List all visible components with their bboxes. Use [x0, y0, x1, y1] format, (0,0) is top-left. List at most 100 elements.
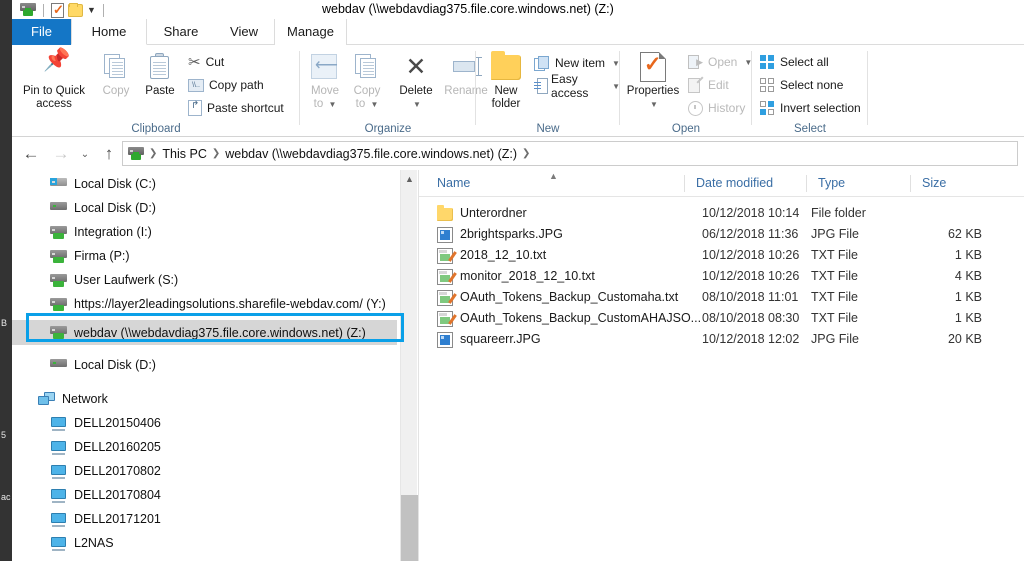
file-name-text: Unterordner — [460, 203, 527, 224]
copy-to-label-line1: Copy — [346, 85, 388, 98]
recent-locations-button[interactable]: ⌄ — [74, 143, 96, 165]
tab-home[interactable]: Home — [71, 19, 147, 45]
column-header-size[interactable]: Size — [922, 170, 1002, 197]
nav-item-local-disk-d-2[interactable]: Local Disk (D:) — [12, 353, 397, 377]
txt-file-icon — [437, 290, 453, 306]
paste-button[interactable]: Paste — [138, 49, 182, 98]
network-drive-icon — [50, 297, 67, 312]
nav-item-network[interactable]: Network — [12, 387, 397, 411]
nav-item-user-laufwerk-s[interactable]: User Laufwerk (S:) — [12, 268, 397, 292]
history-button[interactable]: History — [688, 98, 745, 118]
nav-item-local-disk-d[interactable]: Local Disk (D:) — [12, 196, 397, 220]
pin-icon — [18, 49, 90, 85]
group-label-new: New — [476, 123, 620, 135]
table-row[interactable]: squareerr.JPG 10/12/2018 12:02 JPG File … — [419, 329, 1024, 350]
table-row[interactable]: 2018_12_10.txt 10/12/2018 10:26 TXT File… — [419, 245, 1024, 266]
navigation-pane-scrollbar[interactable]: ▲ — [400, 170, 417, 561]
tab-file[interactable]: File — [12, 19, 71, 45]
copy-path-button[interactable]: \\.. Copy path — [188, 75, 264, 95]
column-divider-1[interactable] — [684, 175, 685, 192]
table-row[interactable]: 2brightsparks.JPG 06/12/2018 11:36 JPG F… — [419, 224, 1024, 245]
nav-item-webdav-z[interactable]: webdav (\\webdavdiag375.file.core.window… — [12, 320, 397, 345]
select-none-button[interactable]: Select none — [760, 75, 843, 95]
nav-item-label: Local Disk (D:) — [74, 201, 156, 215]
column-divider-3[interactable] — [910, 175, 911, 192]
file-type-cell: TXT File — [811, 245, 858, 266]
column-header-name[interactable]: Name — [437, 170, 684, 197]
background-window-strip: B 5 ac — [0, 0, 12, 561]
easy-access-button[interactable]: Easy access ▼ — [534, 76, 620, 96]
delete-caret-icon[interactable]: ▼ — [394, 98, 440, 111]
column-header-type[interactable]: Type — [818, 170, 910, 197]
nav-item-label: Local Disk (D:) — [74, 358, 156, 372]
nav-item-l2nas[interactable]: L2NAS — [12, 531, 397, 555]
new-folder-button[interactable]: New folder — [482, 49, 530, 111]
column-header-date-modified[interactable]: Date modified — [696, 170, 806, 197]
file-size-cell: 20 KB — [884, 329, 982, 350]
ribbon: Pin to Quick access Copy Paste ✂ Cut \\.… — [12, 45, 1024, 137]
properties-button[interactable]: Properties ▼ — [622, 49, 684, 111]
properties-caret-icon[interactable]: ▼ — [624, 98, 684, 111]
scroll-up-icon[interactable]: ▲ — [401, 170, 418, 187]
file-type-cell: TXT File — [811, 266, 858, 287]
nav-item-dell20160205[interactable]: DELL20160205 — [12, 435, 397, 459]
local-disk-icon — [50, 358, 67, 373]
select-all-button[interactable]: Select all — [760, 52, 829, 72]
table-row[interactable]: OAuth_Tokens_Backup_Customaha.txt 08/10/… — [419, 287, 1024, 308]
copy-to-button[interactable]: Copy to ▼ — [346, 49, 388, 111]
tab-view[interactable]: View — [214, 19, 274, 45]
forward-button[interactable]: → — [50, 143, 72, 165]
file-type-cell: TXT File — [811, 308, 858, 329]
breadcrumb-item-webdav[interactable]: webdav (\\webdavdiag375.file.core.window… — [225, 147, 517, 161]
invert-selection-button[interactable]: Invert selection — [760, 98, 861, 118]
nav-item-dell20150406[interactable]: DELL20150406 — [12, 411, 397, 435]
edit-label: Edit — [708, 78, 729, 92]
copy-button[interactable]: Copy — [96, 49, 136, 98]
nav-item-firma-p[interactable]: Firma (P:) — [12, 244, 397, 268]
nav-item-label: DELL20160205 — [74, 440, 161, 454]
tab-share[interactable]: Share — [148, 19, 214, 45]
breadcrumb-item-this-pc[interactable]: This PC — [162, 147, 206, 161]
file-type-cell: File folder — [811, 203, 866, 224]
drive-icon[interactable] — [20, 3, 36, 17]
file-name-cell: squareerr.JPG — [437, 329, 541, 350]
nav-item-integration-i[interactable]: Integration (I:) — [12, 220, 397, 244]
table-row[interactable]: OAuth_Tokens_Backup_CustomAHAJSO... 08/1… — [419, 308, 1024, 329]
file-explorer-window: B 5 ac ▼ webdav (\\webdavdiag375.file.co… — [0, 0, 1024, 561]
properties-icon[interactable] — [51, 3, 64, 18]
move-to-button[interactable]: ⟵ Move to ▼ — [304, 49, 346, 111]
network-icon — [38, 392, 55, 407]
table-row[interactable]: monitor_2018_12_10.txt 10/12/2018 10:26 … — [419, 266, 1024, 287]
new-folder-label-line1: New — [482, 85, 530, 98]
nav-item-label: Local Disk (C:) — [74, 177, 156, 191]
scrollbar-thumb[interactable] — [401, 495, 418, 561]
easy-access-label: Easy access — [551, 72, 605, 100]
nav-item-label: DELL20150406 — [74, 416, 161, 430]
customize-caret-icon[interactable]: ▼ — [87, 5, 96, 15]
nav-item-dell20170804[interactable]: DELL20170804 — [12, 483, 397, 507]
select-none-label: Select none — [780, 78, 843, 92]
sort-ascending-icon: ▲ — [549, 171, 558, 181]
nav-item-dell20171201[interactable]: DELL20171201 — [12, 507, 397, 531]
delete-button[interactable]: ✕ Delete ▼ — [392, 49, 440, 111]
up-button[interactable]: ↑ — [98, 143, 120, 165]
nav-item-sharefile-webdav-y[interactable]: https://layer2leadingsolutions.sharefile… — [12, 292, 397, 316]
new-item-button[interactable]: New item ▼ — [534, 53, 620, 73]
new-folder-icon[interactable] — [68, 4, 83, 17]
breadcrumb[interactable]: ❯ This PC ❯ webdav (\\webdavdiag375.file… — [122, 141, 1018, 166]
pin-to-quick-access-button[interactable]: Pin to Quick access — [18, 49, 90, 111]
breadcrumb-separator[interactable]: ❯ — [520, 148, 532, 159]
column-divider-2[interactable] — [806, 175, 807, 192]
cut-button[interactable]: ✂ Cut — [188, 52, 224, 72]
invert-selection-icon — [760, 101, 775, 116]
nav-item-dell20170802[interactable]: DELL20170802 — [12, 459, 397, 483]
txt-file-icon — [437, 311, 453, 327]
open-button[interactable]: ▶ Open ▼ — [688, 52, 752, 72]
nav-item-local-disk-c[interactable]: Local Disk (C:) — [12, 172, 397, 196]
table-row[interactable]: Unterordner 10/12/2018 10:14 File folder — [419, 203, 1024, 224]
nav-item-l2nas02[interactable]: L2NAS02 — [12, 555, 397, 561]
paste-shortcut-button[interactable]: Paste shortcut — [188, 98, 284, 118]
tab-manage[interactable]: Manage — [274, 19, 347, 45]
back-button[interactable]: ← — [20, 143, 42, 165]
edit-button[interactable]: Edit — [688, 75, 729, 95]
